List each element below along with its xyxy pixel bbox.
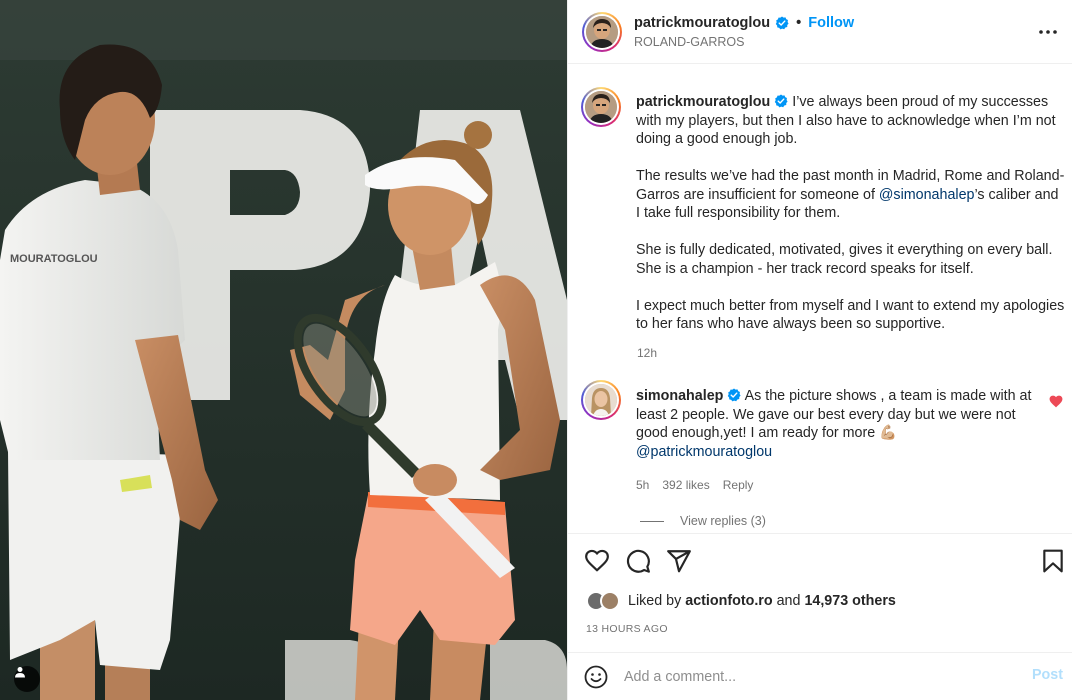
header-separator: • — [796, 15, 802, 31]
verified-badge-icon — [775, 16, 789, 30]
post-actions: Liked by actionfoto.ro and 14,973 others… — [568, 533, 1072, 651]
photo-scene: MOURATOGLOU — [0, 0, 567, 700]
likes-summary: Liked by actionfoto.ro and 14,973 others — [586, 591, 896, 611]
verified-badge-icon — [775, 94, 788, 108]
caption-author-avatar[interactable] — [581, 87, 621, 127]
post-side-panel: patrickmouratoglou • Follow ROLAND-GARRO… — [567, 0, 1072, 700]
emoji-icon[interactable] — [584, 665, 608, 689]
comment-liked-heart-icon[interactable] — [1049, 395, 1063, 408]
add-comment-bar: Post — [568, 652, 1072, 700]
liked-by-others[interactable]: 14,973 others — [804, 593, 895, 609]
post-comment-button[interactable]: Post — [1032, 667, 1063, 683]
mention-simonahalep[interactable]: @simonahalep — [879, 187, 975, 203]
mention-patrickmouratoglou[interactable]: @patrickmouratoglou — [636, 444, 772, 460]
bookmark-icon[interactable] — [1040, 548, 1066, 574]
reply-button[interactable]: Reply — [723, 478, 754, 492]
comment-likes-count[interactable]: 392 likes — [662, 478, 709, 492]
view-replies-label: View replies (3) — [680, 514, 766, 528]
view-replies-line — [640, 520, 664, 522]
comment-text: simonahalep As the picture shows , a tea… — [636, 387, 1041, 461]
more-options-button[interactable] — [1037, 22, 1059, 42]
author-avatar[interactable] — [582, 12, 622, 52]
post-location[interactable]: ROLAND-GARROS — [634, 35, 744, 49]
post-header: patrickmouratoglou • Follow ROLAND-GARRO… — [568, 0, 1072, 64]
caption-paragraph-3: She is fully dedicated, motivated, gives… — [636, 242, 1053, 277]
liker-avatar — [600, 591, 620, 611]
liked-by-prefix: Liked by — [628, 593, 682, 609]
liked-by-and: and — [776, 593, 801, 609]
follow-button[interactable]: Follow — [808, 15, 854, 31]
heart-icon[interactable] — [584, 548, 610, 574]
more-options-icon — [1039, 30, 1057, 34]
comments-section: patrickmouratoglou I’ve always been prou… — [568, 65, 1072, 533]
commenter-avatar-image — [585, 384, 617, 416]
view-replies-button[interactable]: View replies (3) — [640, 514, 766, 528]
likers-avatars — [586, 591, 622, 611]
shirt-logo-text: MOURATOGLOU — [10, 253, 98, 265]
user-tag-icon — [15, 667, 25, 678]
caption-avatar-image — [585, 91, 617, 123]
caption-paragraph-4: I expect much better from myself and I w… — [636, 297, 1065, 333]
comment-timestamp[interactable]: 5h — [636, 478, 649, 492]
commenter-avatar[interactable] — [581, 380, 621, 420]
liked-by-user[interactable]: actionfoto.ro — [685, 593, 772, 609]
post-caption: patrickmouratoglou I’ve always been prou… — [636, 93, 1066, 352]
verified-badge-icon — [728, 388, 741, 402]
comment-meta: 5h 392 likes Reply — [636, 478, 753, 492]
comment-input[interactable] — [624, 666, 1004, 688]
author-username[interactable]: patrickmouratoglou — [634, 15, 770, 31]
paper-plane-icon[interactable] — [666, 548, 692, 574]
comment-icon[interactable] — [625, 548, 651, 574]
post-timestamp[interactable]: 13 HOURS AGO — [586, 623, 668, 635]
caption-username[interactable]: patrickmouratoglou — [636, 94, 770, 110]
tagged-users-button[interactable] — [14, 666, 40, 692]
post-photo[interactable]: MOURATOGLOU — [0, 0, 567, 700]
flexed-biceps-emoji: 💪🏼 — [879, 425, 898, 441]
author-avatar-image — [586, 16, 618, 48]
caption-timestamp[interactable]: 12h — [637, 346, 657, 360]
commenter-username[interactable]: simonahalep — [636, 388, 723, 404]
